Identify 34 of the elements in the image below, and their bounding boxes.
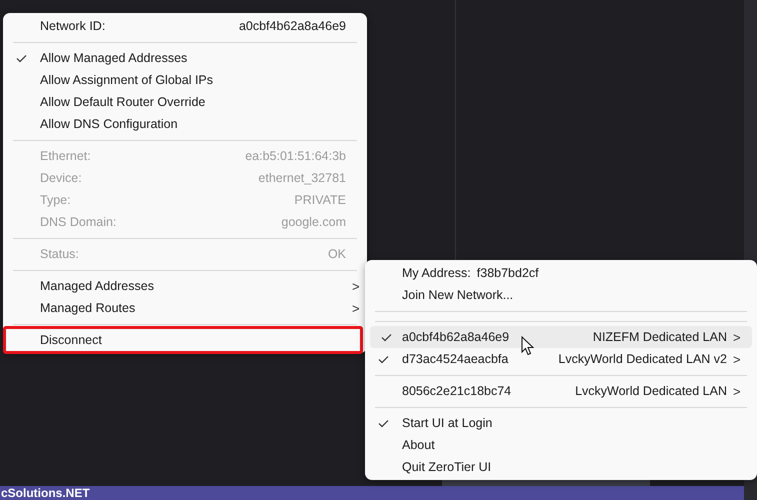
field-value: ethernet_32781 [258,171,346,185]
checkmark-icon [380,332,392,342]
menu-item[interactable]: Allow DNS Configuration [3,113,367,135]
menu-item[interactable]: Allow Assignment of Global IPs [3,69,367,91]
field-label: Device: [40,171,82,185]
field-value: google.com [281,215,346,229]
menu-item[interactable]: Start UI at Login [365,412,757,434]
menu-item[interactable]: Disconnect [3,326,363,354]
field-value: f38b7bd2cf [476,266,539,280]
field-label: My Address: [402,266,471,280]
field-value: OK [328,247,346,261]
submenu-item[interactable]: Managed Routes > [3,297,367,319]
checkmark-icon [378,418,389,428]
checkmark-icon [16,54,27,62]
field-value: PRIVATE [294,193,346,207]
network-menu-item[interactable]: 8056c2e21c18bc74 LvckyWorld Dedicated LAN > [365,380,757,402]
menu-item[interactable]: About [365,434,757,456]
network-menu-item[interactable]: d73ac4524aeacbfa LvckyWorld Dedicated LAN v2 > [365,348,757,370]
field-label: Status: [40,247,79,261]
menu-item[interactable]: Quit ZeroTier UI [365,456,757,478]
field-label: Type: [40,193,71,207]
field-label: Ethernet: [40,149,91,163]
field-label: DNS Domain: [40,215,116,229]
taskbar-text: cSolutions.NET [1,486,90,500]
field-label: Network ID: [40,19,106,33]
menu-item[interactable]: Allow Default Router Override [3,91,367,113]
menu-item[interactable]: Join New Network... [365,284,757,306]
checkmark-icon [378,354,389,364]
network-menu-item[interactable]: a0cbf4b62a8a46e9 NIZEFM Dedicated LAN > [370,326,752,348]
mouse-pointer-icon [521,336,534,356]
menu-item[interactable]: Allow Managed Addresses [3,47,367,69]
field-value: ea:b5:01:51:64:3b [245,149,346,163]
field-value: a0cbf4b62a8a46e9 [238,19,346,33]
submenu-item[interactable]: Managed Addresses > [3,275,367,297]
